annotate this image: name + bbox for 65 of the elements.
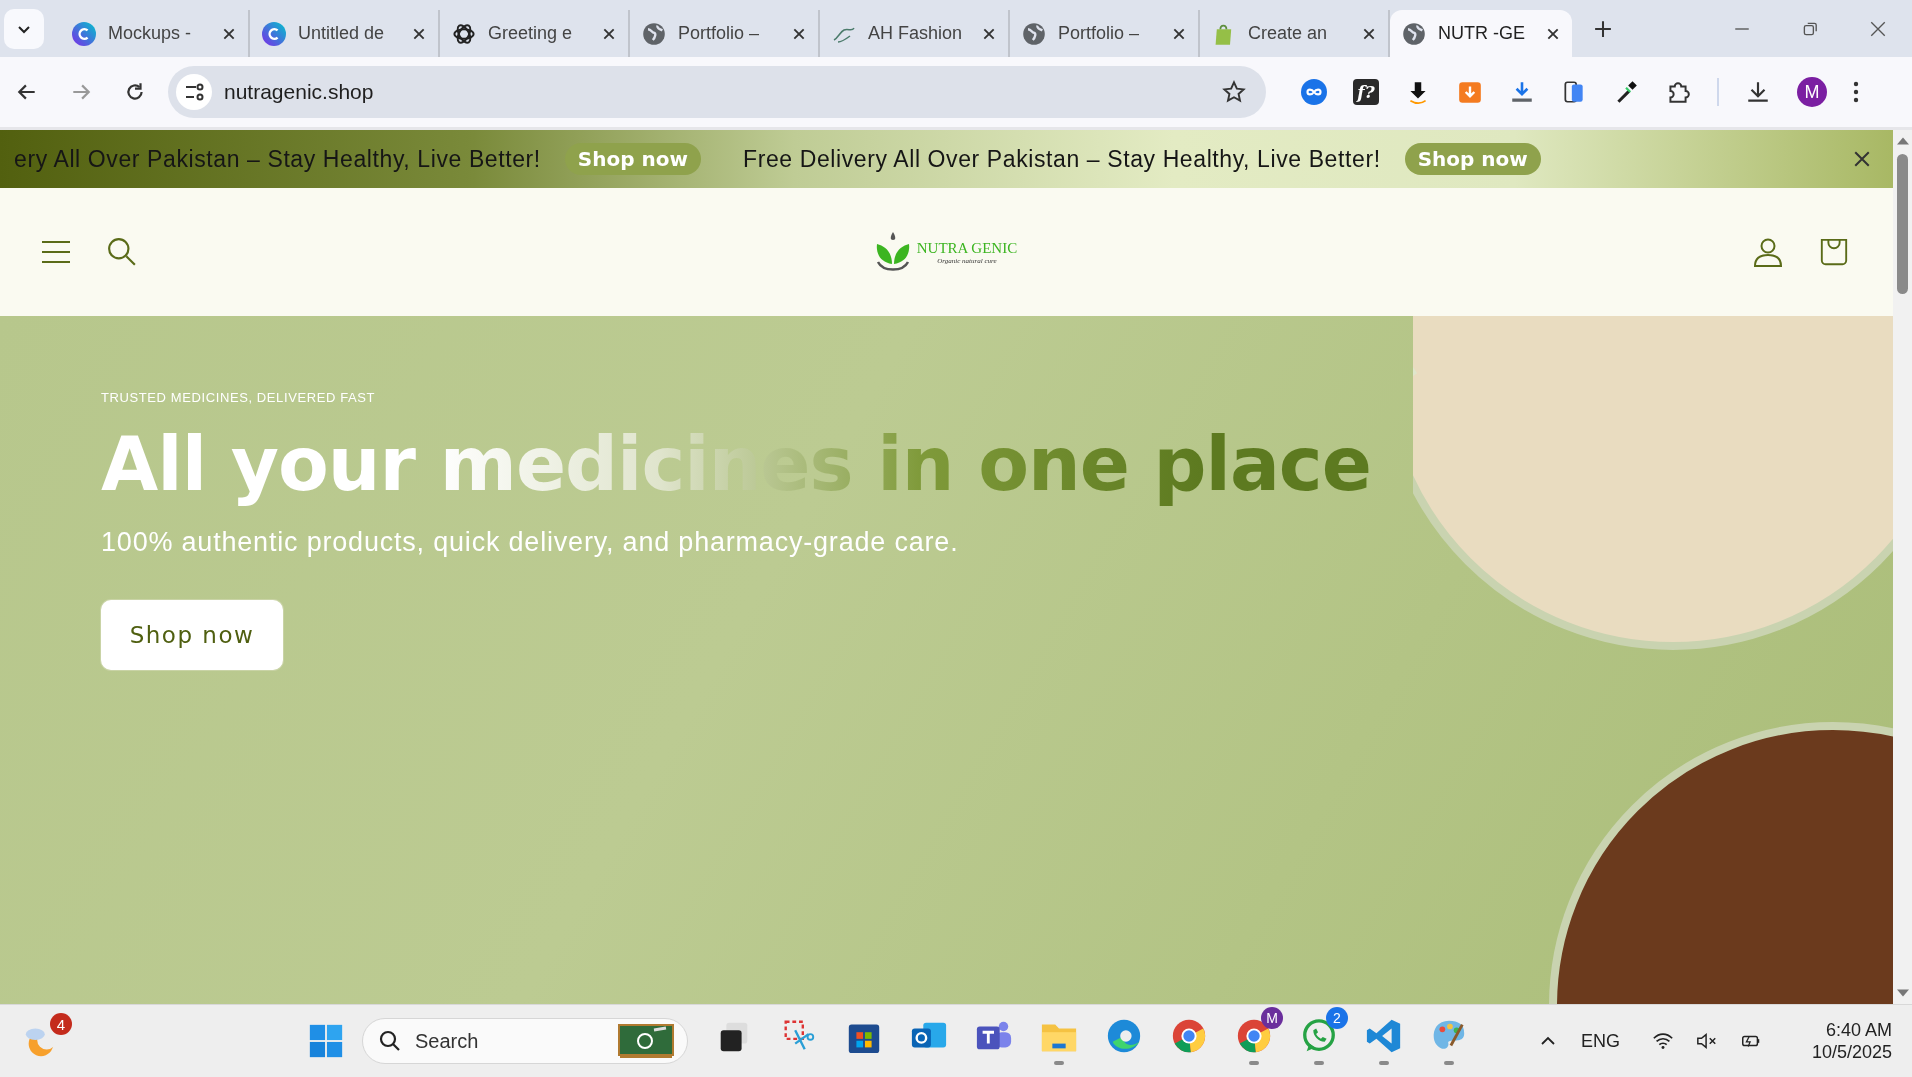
- globe-icon: [642, 21, 666, 46]
- profile-avatar[interactable]: M: [1797, 77, 1827, 107]
- address-bar[interactable]: nutragenic.shop: [168, 66, 1266, 118]
- language-indicator[interactable]: ENG: [1580, 1030, 1620, 1052]
- scroll-down-icon[interactable]: [1896, 988, 1909, 998]
- more-menu-icon[interactable]: [1853, 81, 1859, 103]
- tab-title: Greeting e: [488, 23, 574, 44]
- close-icon[interactable]: [792, 26, 806, 41]
- search-icon[interactable]: [107, 237, 137, 267]
- close-icon[interactable]: [1172, 26, 1186, 41]
- logo-name: NUTRA GENIC: [916, 239, 1018, 257]
- close-icon[interactable]: [412, 26, 426, 41]
- reload-icon[interactable]: [124, 81, 146, 103]
- app-badge: 2: [1326, 1007, 1348, 1029]
- wifi-icon[interactable]: [1651, 1031, 1674, 1051]
- download-icon[interactable]: [1745, 79, 1771, 105]
- clock-time[interactable]: 6:40 AM: [1825, 1018, 1892, 1041]
- muted-speaker-icon[interactable]: [1695, 1031, 1718, 1051]
- chalkboard-apple-icon: [618, 1024, 674, 1058]
- shop-now-button[interactable]: Shop now: [101, 600, 283, 670]
- canva-logo-icon: [72, 21, 96, 46]
- announcement-text: Free Delivery All Over Pakistan – Stay Healthy, Live Better!: [743, 145, 1381, 173]
- scrollbar[interactable]: [1893, 130, 1912, 1004]
- tab-title: Portfolio –: [1058, 23, 1141, 44]
- infinity-extension-icon[interactable]: [1301, 79, 1327, 105]
- knot-logo-icon: [452, 21, 476, 46]
- hero-eyebrow: TRUSTED MEDICINES, DELIVERED FAST: [101, 390, 376, 405]
- code-editor-icon[interactable]: [1365, 1017, 1403, 1055]
- scrollbar-thumb[interactable]: [1897, 154, 1908, 294]
- browser-tab[interactable]: NUTR -GE: [1390, 10, 1572, 57]
- app-badge: M: [1261, 1007, 1283, 1029]
- chrome-browser-icon[interactable]: [1170, 1017, 1208, 1055]
- tab-title: Portfolio –: [678, 23, 761, 44]
- clock-date[interactable]: 10/5/2025: [1811, 1041, 1892, 1064]
- scroll-up-icon[interactable]: [1896, 136, 1909, 146]
- edge-browser-icon[interactable]: [1105, 1017, 1143, 1055]
- new-tab-icon[interactable]: [1594, 19, 1612, 38]
- tab-title: NUTR -GE: [1438, 23, 1526, 44]
- search-icon: [378, 1029, 402, 1053]
- tab-title: Untitled de: [298, 23, 386, 44]
- font-extension-icon[interactable]: f?: [1353, 79, 1379, 105]
- close-icon[interactable]: [1546, 26, 1560, 41]
- bookmark-star-icon[interactable]: [1222, 80, 1246, 104]
- close-icon[interactable]: [1853, 150, 1871, 168]
- canva-logo-icon: [262, 21, 286, 46]
- close-window-icon[interactable]: [1869, 19, 1887, 38]
- shopping-bag-icon[interactable]: [1819, 237, 1849, 267]
- globe-icon: [1022, 21, 1046, 46]
- close-icon[interactable]: [1362, 26, 1376, 41]
- download-icon[interactable]: [1509, 79, 1535, 105]
- notification-badge: 4: [50, 1013, 72, 1035]
- close-icon[interactable]: [602, 26, 616, 41]
- download-box-icon[interactable]: [1457, 79, 1483, 105]
- tab-title: Create an: [1248, 23, 1329, 44]
- close-icon[interactable]: [222, 26, 236, 41]
- start-icon[interactable]: [307, 1022, 345, 1060]
- close-icon[interactable]: [982, 26, 996, 41]
- hero-subheading: 100% authentic products, quick delivery, and pharmacy-grade care.: [101, 527, 959, 558]
- announcement-text: ery All Over Pakistan – Stay Healthy, Live Better!: [14, 145, 541, 173]
- site-settings-icon[interactable]: [176, 74, 212, 110]
- tab-title: AH Fashion: [868, 23, 964, 44]
- account-icon[interactable]: [1753, 237, 1783, 267]
- tab-title: Mockups -: [108, 23, 193, 44]
- globe-icon: [1402, 21, 1426, 46]
- url-text: nutragenic.shop: [224, 80, 375, 104]
